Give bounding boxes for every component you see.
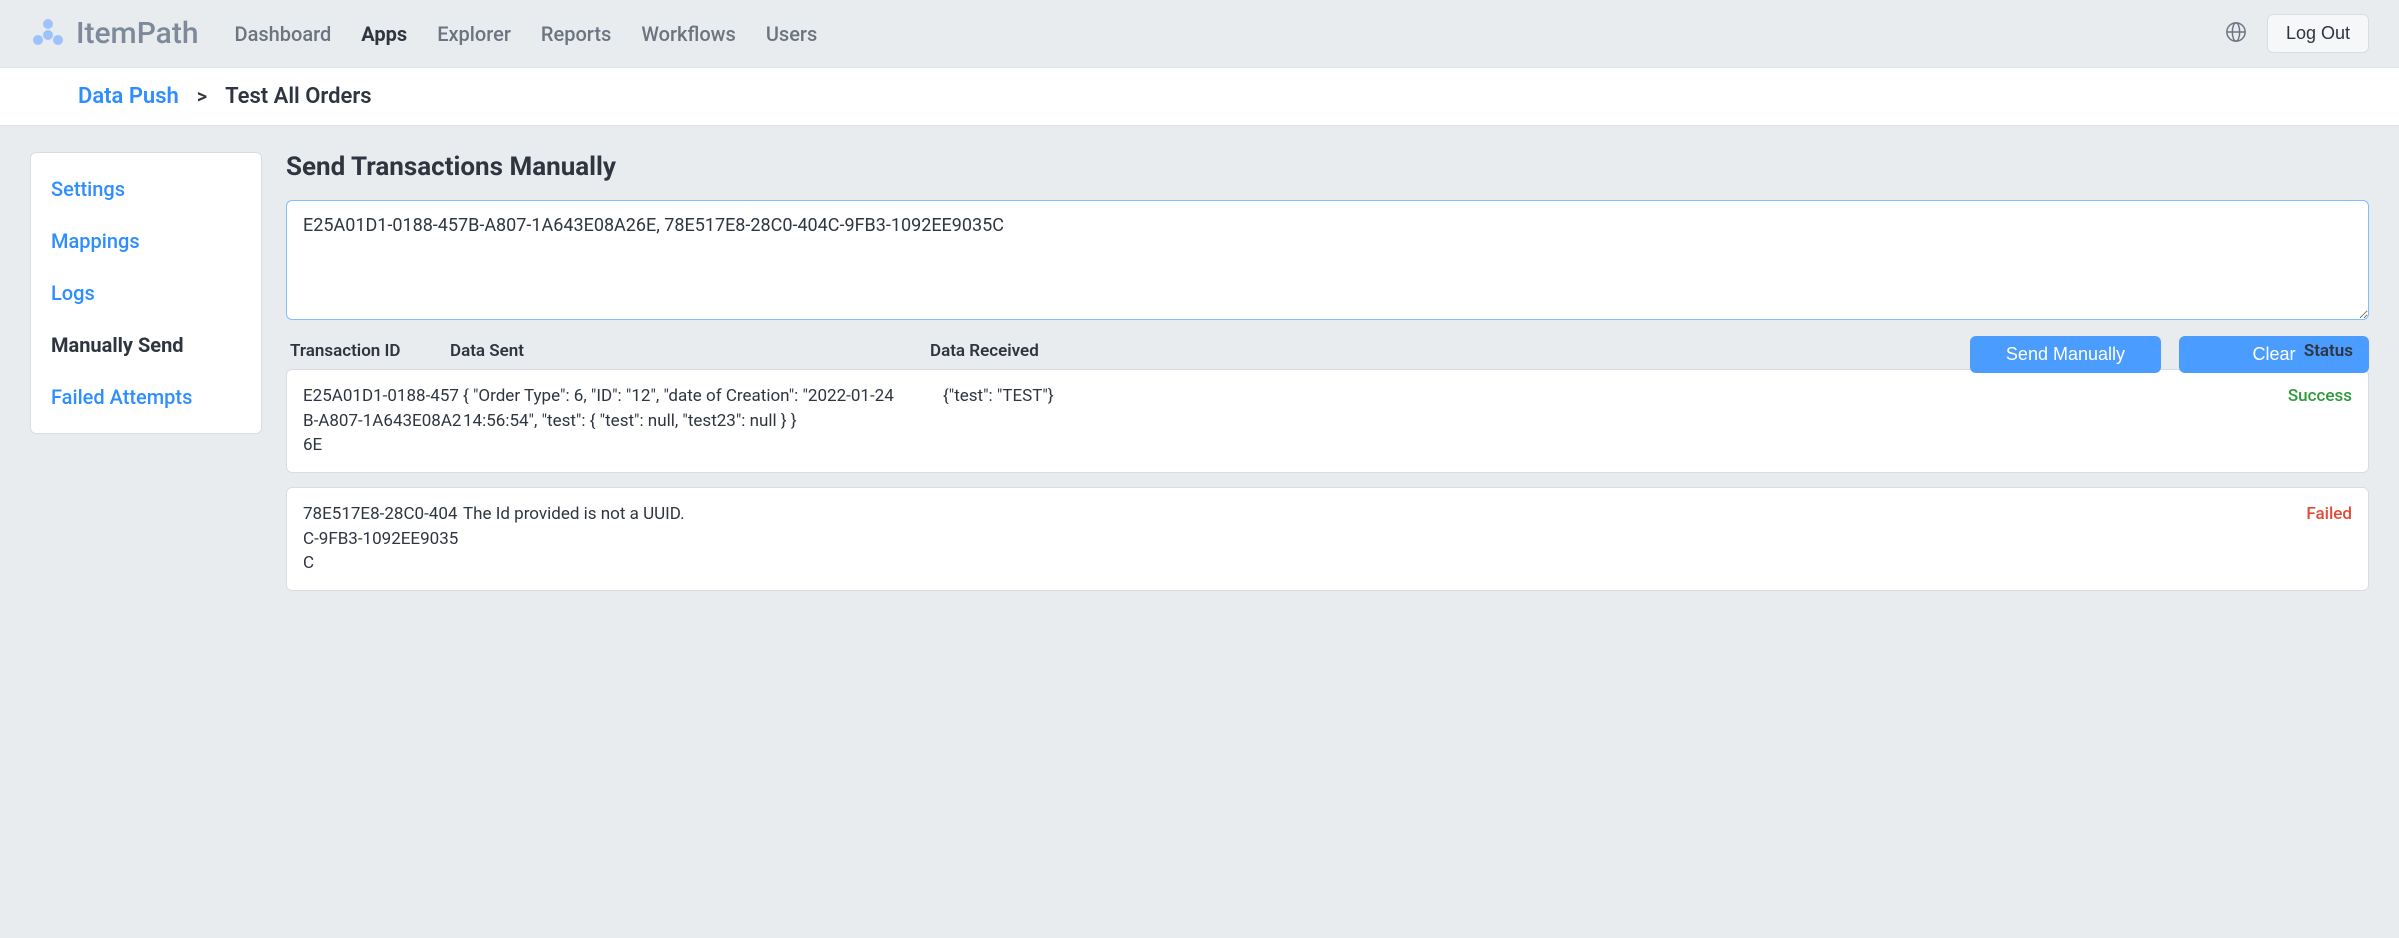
col-status: Status (1390, 341, 2369, 361)
cell-data-received: {"test": "TEST"} (943, 384, 1403, 458)
sidebar-item-settings[interactable]: Settings (31, 163, 261, 215)
col-transaction-id: Transaction ID (290, 341, 450, 361)
nav-explorer[interactable]: Explorer (437, 22, 511, 46)
breadcrumb: Data Push > Test All Orders (0, 67, 2399, 126)
page-title: Send Transactions Manually (286, 152, 2369, 182)
main-wrap: Settings Mappings Logs Manually Send Fai… (0, 126, 2399, 635)
cell-status: Failed (1403, 502, 2352, 576)
content: Send Transactions Manually Send Manually… (286, 152, 2369, 605)
topbar: ItemPath Dashboard Apps Explorer Reports… (0, 0, 2399, 67)
nav-users[interactable]: Users (766, 22, 817, 46)
topbar-left: ItemPath Dashboard Apps Explorer Reports… (30, 16, 817, 52)
sidebar: Settings Mappings Logs Manually Send Fai… (30, 152, 262, 434)
table-row: 78E517E8-28C0-404C-9FB3-1092EE9035C The … (286, 487, 2369, 591)
sidebar-item-manually-send[interactable]: Manually Send (31, 319, 261, 371)
cell-data-received (943, 502, 1403, 576)
cell-data-sent: The Id provided is not a UUID. (463, 502, 943, 576)
col-data-received: Data Received (930, 341, 1390, 361)
transactions-input[interactable] (286, 200, 2369, 320)
results-table: Transaction ID Data Sent Data Received S… (286, 341, 2369, 591)
cell-transaction-id: 78E517E8-28C0-404C-9FB3-1092EE9035C (303, 502, 463, 576)
sidebar-item-logs[interactable]: Logs (31, 267, 261, 319)
nav-apps[interactable]: Apps (361, 22, 407, 46)
brand-name: ItemPath (76, 16, 199, 51)
breadcrumb-root-link[interactable]: Data Push (78, 84, 179, 109)
top-nav: Dashboard Apps Explorer Reports Workflow… (235, 22, 818, 46)
brand[interactable]: ItemPath (30, 16, 199, 52)
sidebar-item-mappings[interactable]: Mappings (31, 215, 261, 267)
nav-dashboard[interactable]: Dashboard (235, 22, 332, 46)
cell-data-sent: { "Order Type": 6, "ID": "12", "date of … (463, 384, 943, 458)
sidebar-item-failed-attempts[interactable]: Failed Attempts (31, 371, 261, 423)
cell-transaction-id: E25A01D1-0188-457B-A807-1A643E08A26E (303, 384, 463, 458)
cell-status: Success (1403, 384, 2352, 458)
globe-icon[interactable] (2225, 21, 2247, 47)
table-row: E25A01D1-0188-457B-A807-1A643E08A26E { "… (286, 369, 2369, 473)
nav-reports[interactable]: Reports (541, 22, 611, 46)
breadcrumb-separator: > (197, 84, 207, 108)
nav-workflows[interactable]: Workflows (641, 22, 735, 46)
breadcrumb-current: Test All Orders (225, 84, 371, 109)
col-data-sent: Data Sent (450, 341, 930, 361)
topbar-right: Log Out (2225, 14, 2369, 53)
brand-logo-icon (30, 16, 66, 52)
logout-button[interactable]: Log Out (2267, 14, 2369, 53)
